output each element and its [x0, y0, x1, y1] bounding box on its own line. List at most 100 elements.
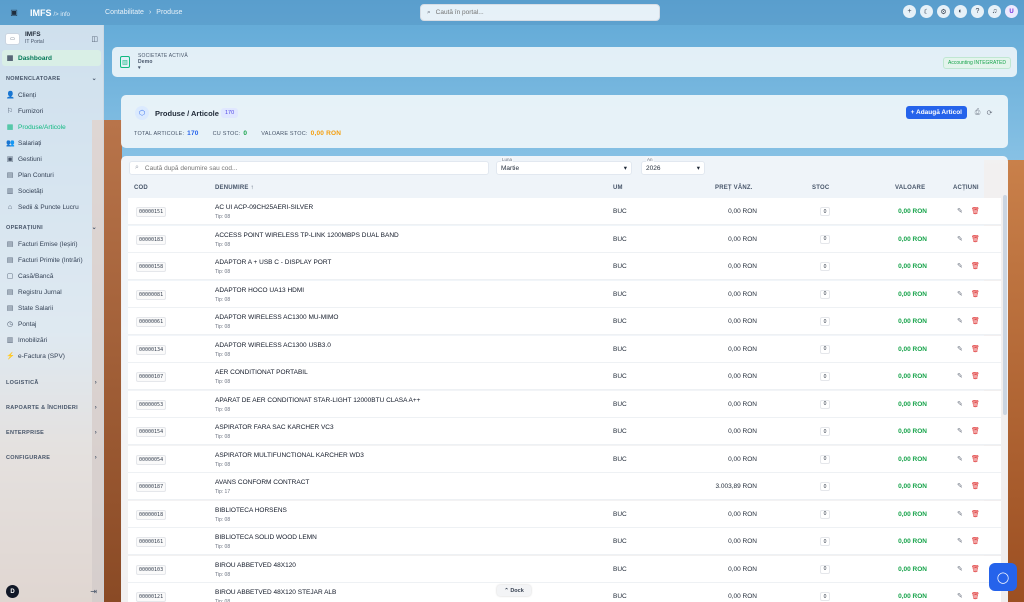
product-search-input[interactable]: [144, 164, 465, 172]
table-row[interactable]: 00000187 AVANS CONFORM CONTRACT Tip: 17 3.0…: [128, 473, 1001, 500]
sidebar-item[interactable]: ▤ Registru Jurnal: [0, 284, 103, 300]
edit-icon[interactable]: ✎: [957, 537, 963, 545]
portal-search[interactable]: ⌕: [420, 4, 660, 21]
edit-icon[interactable]: ✎: [957, 317, 963, 325]
add-article-button[interactable]: + Adaugă Articol: [905, 106, 967, 119]
table-row[interactable]: 00000103 BIROU ABBETVED 48X120 Tip: 08 BUC 0…: [128, 555, 1001, 583]
col-pret[interactable]: PREȚ VÂNZ.: [715, 185, 753, 191]
trash-icon[interactable]: 🗑: [971, 207, 980, 215]
section-configurare[interactable]: CONFIGURARE ›: [0, 449, 103, 466]
sidebar-item[interactable]: 👤 Clienți: [0, 87, 103, 103]
edit-icon[interactable]: ✎: [957, 207, 963, 215]
edit-icon[interactable]: ✎: [957, 372, 963, 380]
add-icon[interactable]: +: [903, 5, 916, 18]
edit-icon[interactable]: ✎: [957, 400, 963, 408]
table-row[interactable]: 00000061 ADAPTOR WIRELESS AC1300 MU-MIMO T…: [128, 308, 1001, 335]
collapse-sidebar-icon[interactable]: ◫: [91, 35, 98, 43]
trash-icon[interactable]: 🗑: [971, 537, 980, 545]
sidebar-item[interactable]: ▦ Produse/Articole: [0, 119, 103, 135]
sidebar-item[interactable]: ▥ Societăți: [0, 183, 103, 199]
sidebar-item[interactable]: ▤ Plan Conturi: [0, 167, 103, 183]
section-enterprise[interactable]: ENTERPRISE ›: [0, 424, 103, 441]
table-row[interactable]: 00000081 ADAPTOR HOCO UA13 HDMI Tip: 08 BUC…: [128, 280, 1001, 308]
section-nomenclatoare[interactable]: NOMENCLATOARE ⌄: [0, 70, 103, 87]
table-row[interactable]: 00000018 BIBLIOTECA HORSENS Tip: 08 BUC 0,00…: [128, 500, 1001, 528]
sidebar-item[interactable]: ▢ Casă/Bancă: [0, 268, 103, 284]
table-row[interactable]: 00000121 BIROU ABBETVED 48X120 STEJAR ALB…: [128, 583, 1001, 602]
table-row[interactable]: 00000154 ASPIRATOR FARA SAC KARCHER VC3 Ti…: [128, 418, 1001, 445]
portal-search-input[interactable]: [435, 9, 636, 16]
sidebar-item[interactable]: ⌂ Sedii & Puncte Lucru: [0, 199, 103, 215]
edit-icon[interactable]: ✎: [957, 262, 963, 270]
trash-icon[interactable]: 🗑: [971, 455, 980, 463]
moon-icon[interactable]: ☾: [920, 5, 933, 18]
sidebar-item[interactable]: ▤ Facturi Primite (Intrări): [0, 252, 103, 268]
trash-icon[interactable]: 🗑: [971, 235, 980, 243]
trash-icon[interactable]: 🗑: [971, 345, 980, 353]
brand-logo[interactable]: IMFS/> info: [30, 8, 70, 18]
month-select[interactable]: Luna Martie ▾: [496, 157, 632, 175]
sidebar-item-dashboard[interactable]: ▦ Dashboard: [2, 50, 101, 66]
gear-icon[interactable]: ⚙: [937, 5, 950, 18]
user-avatar[interactable]: D: [6, 585, 19, 598]
dock-button[interactable]: ⌃ Dock: [497, 585, 531, 596]
sidebar-item[interactable]: ▣ Gestiuni: [0, 151, 103, 167]
table-row[interactable]: 00000183 ACCESS POINT WIRELESS TP-LINK 12…: [128, 225, 1001, 253]
scrollbar[interactable]: [1003, 195, 1007, 415]
edit-icon[interactable]: ✎: [957, 482, 963, 490]
table-row[interactable]: 00000161 BIBLIOTECA SOLID WOOD LEMN Tip: 0…: [128, 528, 1001, 555]
edit-icon[interactable]: ✎: [957, 427, 963, 435]
table-row[interactable]: 00000158 ADAPTOR A + USB C - DISPLAY PORT…: [128, 253, 1001, 280]
user-avatar[interactable]: U: [1005, 5, 1018, 18]
trash-icon[interactable]: 🗑: [971, 372, 980, 380]
col-cod[interactable]: COD: [134, 185, 148, 191]
trash-icon[interactable]: 🗑: [971, 482, 980, 490]
sidebar-item[interactable]: ▤ State Salarii: [0, 300, 103, 316]
palette-icon[interactable]: ◐: [954, 5, 967, 18]
col-denumire[interactable]: DENUMIRE ↑: [215, 185, 254, 191]
table-row[interactable]: 00000054 ASPIRATOR MULTIFUNCTIONAL KARCHE…: [128, 445, 1001, 473]
table-row[interactable]: 00000053 APARAT DE AER CONDITIONAT STAR-L…: [128, 390, 1001, 418]
trash-icon[interactable]: 🗑: [971, 510, 980, 518]
chat-icon[interactable]: ◯: [989, 563, 1017, 591]
trash-icon[interactable]: 🗑: [971, 427, 980, 435]
sidebar-item[interactable]: ◷ Pontaj: [0, 316, 103, 332]
section-rapoarte[interactable]: RAPOARTE & ÎNCHIDERI ›: [0, 399, 103, 416]
section-operatiuni[interactable]: OPERAȚIUNI ⌄: [0, 219, 103, 236]
section-logistica[interactable]: LOGISTICĂ ›: [0, 374, 103, 391]
sidebar-item[interactable]: ▤ Facturi Emise (Ieșiri): [0, 236, 103, 252]
bell-icon[interactable]: ♫: [988, 5, 1001, 18]
year-select[interactable]: An 2026 ▾: [641, 157, 705, 175]
company-selector[interactable]: Demo ▾: [138, 59, 188, 72]
edit-icon[interactable]: ✎: [957, 565, 963, 573]
col-valoare[interactable]: VALOARE: [895, 185, 925, 191]
trash-icon[interactable]: 🗑: [971, 592, 980, 600]
sidebar-toggle-icon[interactable]: ▣: [8, 7, 20, 19]
edit-icon[interactable]: ✎: [957, 592, 963, 600]
sidebar-item[interactable]: 👥 Salariați: [0, 135, 103, 151]
table-row[interactable]: 00000134 ADAPTOR WIRELESS AC1300 USB3.0 Ti…: [128, 335, 1001, 363]
edit-icon[interactable]: ✎: [957, 510, 963, 518]
breadcrumb-contabilitate[interactable]: Contabilitate: [105, 9, 144, 16]
trash-icon[interactable]: 🗑: [971, 565, 980, 573]
logout-icon[interactable]: ⇥: [90, 587, 97, 596]
edit-icon[interactable]: ✎: [957, 235, 963, 243]
help-icon[interactable]: ?: [971, 5, 984, 18]
sidebar-item[interactable]: ⚡ e-Factura (SPV): [0, 348, 103, 364]
trash-icon[interactable]: 🗑: [971, 317, 980, 325]
product-search[interactable]: ⌕: [129, 161, 489, 175]
edit-icon[interactable]: ✎: [957, 290, 963, 298]
trash-icon[interactable]: 🗑: [971, 400, 980, 408]
sidebar-item[interactable]: ▥ Imobilizări: [0, 332, 103, 348]
trash-icon[interactable]: 🗑: [971, 262, 980, 270]
export-icon[interactable]: ⎙: [973, 108, 982, 117]
table-row[interactable]: 00000107 AER CONDITIONAT PORTABIL Tip: 08 B…: [128, 363, 1001, 390]
table-row[interactable]: 00000151 AC UI ACP-09CH25AERI-SILVER Tip: …: [128, 198, 1001, 225]
edit-icon[interactable]: ✎: [957, 345, 963, 353]
sidebar-item[interactable]: ⚐ Furnizori: [0, 103, 103, 119]
col-stoc[interactable]: STOC: [812, 185, 829, 191]
col-um[interactable]: UM: [613, 185, 623, 191]
refresh-icon[interactable]: ⟳: [985, 108, 994, 117]
trash-icon[interactable]: 🗑: [971, 290, 980, 298]
edit-icon[interactable]: ✎: [957, 455, 963, 463]
